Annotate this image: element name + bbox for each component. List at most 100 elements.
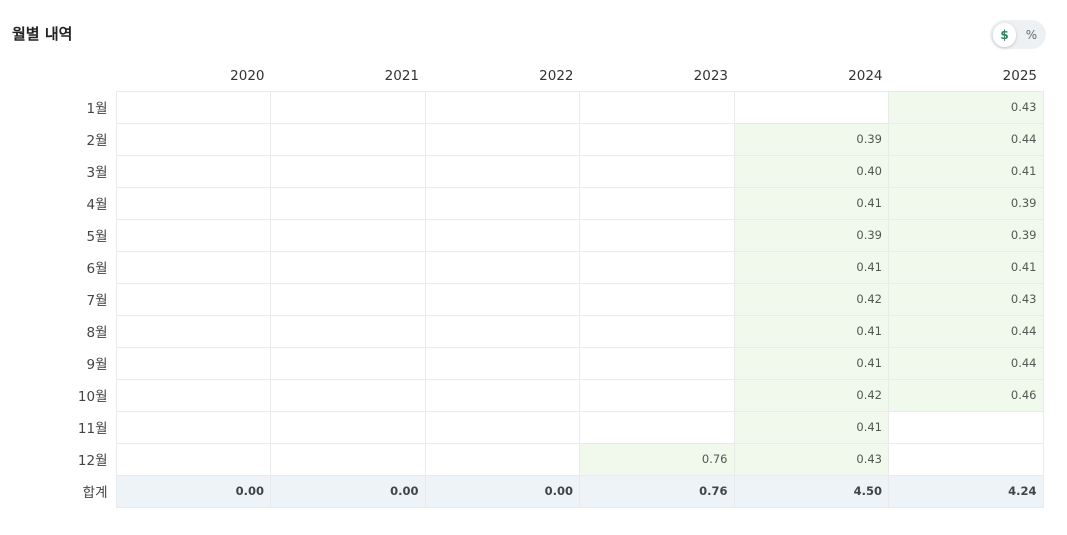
- month-label: 6월: [86, 261, 108, 277]
- total-cell: 0.76: [579, 474, 735, 508]
- total-cell: 0.00: [270, 474, 426, 508]
- value-cell: [579, 250, 735, 284]
- monthly-table-container: 2020 2021 2022 2023 2024 2025 1월 0.43 2월 0.…: [0, 61, 1044, 508]
- total-cell: 0.00: [115, 474, 271, 508]
- value-cell: [115, 186, 271, 220]
- value-cell: 0.39: [888, 186, 1044, 220]
- value-cell: 0.41: [888, 154, 1044, 188]
- month-label: 8월: [86, 325, 108, 341]
- value-cell: [579, 314, 735, 348]
- value-cell: [270, 218, 426, 252]
- value-cell: [270, 154, 426, 188]
- value-cell: [424, 122, 580, 156]
- value-cell: [424, 250, 580, 284]
- value-cell: [115, 218, 271, 252]
- value-cell: [270, 122, 426, 156]
- value-cell: [424, 442, 580, 476]
- year-header-row: 2020 2021 2022 2023 2024 2025: [0, 61, 1043, 91]
- value-cell: [115, 282, 271, 316]
- value-cell: 0.44: [888, 346, 1044, 380]
- value-cell: [115, 314, 271, 348]
- value-cell: [270, 346, 426, 380]
- value-cell: 0.76: [579, 442, 735, 476]
- year-header: 2024: [848, 67, 883, 84]
- year-header: 2025: [1002, 67, 1037, 84]
- unit-toggle[interactable]: $ %: [990, 20, 1046, 49]
- value-cell: [115, 442, 271, 476]
- header-corner: [0, 61, 116, 91]
- value-cell: 0.41: [733, 410, 889, 444]
- value-cell: 0.39: [733, 122, 889, 156]
- dollar-toggle-option[interactable]: $: [993, 22, 1016, 47]
- value-cell: 0.43: [733, 442, 889, 476]
- month-label: 10월: [77, 389, 108, 405]
- section-title: 월별 내역: [12, 25, 73, 43]
- value-cell: 0.44: [888, 122, 1044, 156]
- value-cell: [424, 410, 580, 444]
- total-label: 합계: [82, 485, 108, 501]
- month-label: 2월: [86, 133, 108, 149]
- percent-toggle-option[interactable]: %: [1020, 23, 1043, 47]
- value-cell: [270, 442, 426, 476]
- month-label: 5월: [86, 229, 108, 245]
- month-row: 2월 0.39 0.44: [0, 122, 1044, 156]
- value-cell: [888, 442, 1044, 476]
- total-row: 합계 0.00 0.00 0.00 0.76 4.50 4.24: [0, 474, 1044, 508]
- month-label: 3월: [86, 165, 108, 181]
- value-cell: [270, 250, 426, 284]
- monthly-breakdown-table: 2020 2021 2022 2023 2024 2025 1월 0.43 2월 0.…: [0, 61, 1044, 508]
- value-cell: 0.41: [733, 346, 889, 380]
- value-cell: 0.43: [888, 282, 1044, 316]
- value-cell: [888, 410, 1044, 444]
- month-row: 6월 0.41 0.41: [0, 250, 1044, 284]
- value-cell: [115, 154, 271, 188]
- month-label: 9월: [86, 357, 108, 373]
- value-cell: 0.46: [888, 378, 1044, 412]
- value-cell: 0.41: [733, 250, 889, 284]
- value-cell: [424, 314, 580, 348]
- month-label: 4월: [86, 197, 108, 213]
- value-cell: [115, 410, 271, 444]
- year-header: 2023: [693, 67, 728, 84]
- month-row: 3월 0.40 0.41: [0, 154, 1044, 188]
- month-row: 1월 0.43: [0, 90, 1044, 124]
- value-cell: 0.41: [733, 314, 889, 348]
- value-cell: [270, 186, 426, 220]
- value-cell: [579, 122, 735, 156]
- value-cell: [424, 378, 580, 412]
- month-row: 4월 0.41 0.39: [0, 186, 1044, 220]
- value-cell: [579, 90, 735, 124]
- value-cell: [733, 90, 889, 124]
- value-cell: [579, 186, 735, 220]
- value-cell: 0.39: [733, 218, 889, 252]
- value-cell: [424, 346, 580, 380]
- value-cell: [579, 346, 735, 380]
- total-cell: 4.24: [888, 474, 1044, 508]
- month-label: 7월: [86, 293, 108, 309]
- value-cell: 0.39: [888, 218, 1044, 252]
- year-header: 2022: [539, 67, 574, 84]
- value-cell: 0.41: [888, 250, 1044, 284]
- month-label: 1월: [86, 101, 108, 117]
- value-cell: [579, 378, 735, 412]
- value-cell: [270, 410, 426, 444]
- value-cell: [115, 378, 271, 412]
- value-cell: [270, 282, 426, 316]
- value-cell: [424, 154, 580, 188]
- value-cell: 0.42: [733, 378, 889, 412]
- value-cell: [115, 122, 271, 156]
- month-row: 5월 0.39 0.39: [0, 218, 1044, 252]
- value-cell: [115, 250, 271, 284]
- value-cell: [424, 218, 580, 252]
- month-row: 12월 0.76 0.43: [0, 442, 1044, 476]
- month-row: 9월 0.41 0.44: [0, 346, 1044, 380]
- value-cell: 0.43: [888, 90, 1044, 124]
- month-label: 11월: [77, 421, 108, 437]
- value-cell: [115, 90, 271, 124]
- month-row: 10월 0.42 0.46: [0, 378, 1044, 412]
- total-cell: 0.00: [424, 474, 580, 508]
- month-row: 7월 0.42 0.43: [0, 282, 1044, 316]
- value-cell: [115, 346, 271, 380]
- value-cell: [270, 90, 426, 124]
- total-cell: 4.50: [733, 474, 889, 508]
